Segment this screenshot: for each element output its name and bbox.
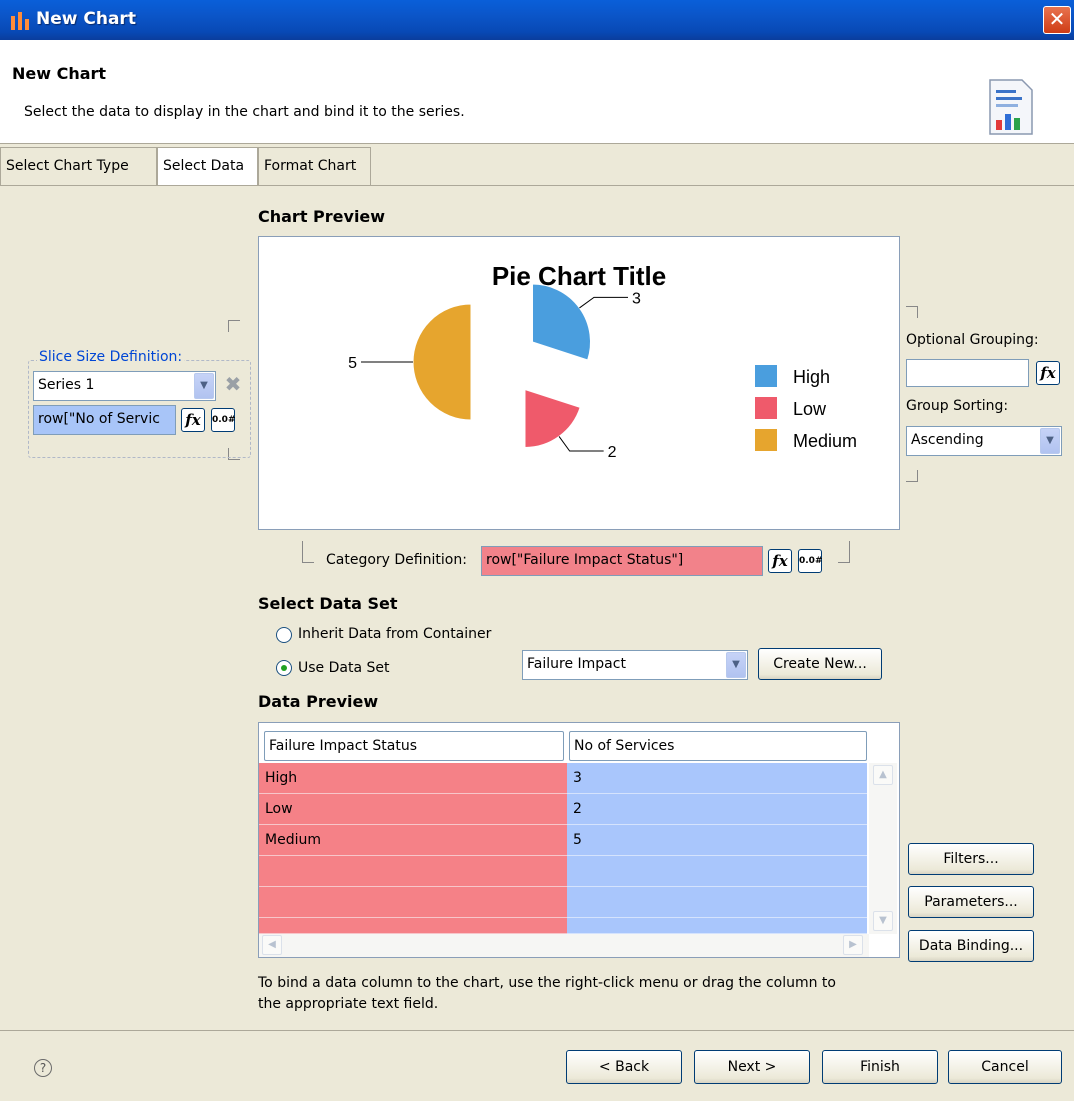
data-label: 3 [632,290,641,307]
filters-button[interactable]: Filters... [908,843,1034,875]
tab-divider [0,185,1074,186]
category-fx-icon[interactable]: fx [768,549,792,573]
pie-slice-low [524,388,581,449]
data-set-select[interactable]: Failure Impact ▼ [522,650,748,680]
chart-app-icon [11,12,29,30]
group-sorting-label: Group Sorting: [906,398,1009,414]
delete-series-icon[interactable]: ✖ [223,374,243,396]
optional-grouping-field[interactable] [906,359,1029,387]
format-number-icon[interactable]: 0.0# [211,408,235,432]
data-label: 2 [608,444,617,461]
legend-swatch [755,365,777,387]
inherit-data-label: Inherit Data from Container [298,626,492,642]
pie-slice-high [532,283,592,361]
scroll-left-icon[interactable]: ◀ [262,935,282,955]
tab-select-chart-type[interactable]: Select Chart Type [0,147,157,185]
series-select[interactable]: Series 1 ▼ [33,371,216,401]
scroll-down-icon[interactable]: ▼ [873,911,893,931]
grouping-bracket-top [906,306,918,318]
table-cell[interactable]: 5 [567,825,867,856]
cancel-button[interactable]: Cancel [948,1050,1062,1084]
help-icon[interactable]: ? [34,1059,52,1077]
back-button[interactable]: < Back [566,1050,682,1084]
column-header-failure-impact-status[interactable]: Failure Impact Status [264,731,564,761]
grouping-fx-icon[interactable]: fx [1036,361,1060,385]
chart-preview-area: Pie Chart Title 3 2 5 High Low Medium [258,236,900,530]
tab-select-data[interactable]: Select Data [157,147,258,186]
window-title: New Chart [36,9,136,29]
leader-line [579,296,628,309]
data-set-select-value: Failure Impact [527,656,626,672]
select-data-set-title: Select Data Set [258,594,398,613]
table-cell[interactable]: 3 [567,763,867,794]
series-select-value: Series 1 [38,377,95,393]
table-cell[interactable] [259,918,567,934]
chevron-down-icon[interactable]: ▼ [726,652,746,678]
legend-label: Medium [793,431,857,451]
parameters-button[interactable]: Parameters... [908,886,1034,918]
slice-size-group: Slice Size Definition: Series 1 ▼ ✖ row[… [28,349,251,458]
table-cell[interactable] [567,856,867,887]
legend-label: Low [793,399,827,419]
data-label: 5 [348,355,357,372]
chevron-down-icon[interactable]: ▼ [1040,428,1060,454]
use-data-set-label: Use Data Set [298,660,390,676]
pie-chart: Pie Chart Title 3 2 5 High Low Medium [348,261,857,461]
use-data-set-radio[interactable] [276,660,292,676]
table-cell[interactable]: High [259,763,567,794]
chart-preview-title: Chart Preview [258,207,386,226]
group-sorting-value: Ascending [911,432,984,448]
page-description: Select the data to display in the chart … [24,104,465,120]
finish-button[interactable]: Finish [822,1050,938,1084]
legend-swatch [755,397,777,419]
table-cell[interactable] [259,856,567,887]
create-new-button[interactable]: Create New... [758,648,882,680]
chart-title: Pie Chart Title [492,261,666,291]
legend-swatch [755,429,777,451]
next-button[interactable]: Next > [694,1050,810,1084]
scroll-up-icon[interactable]: ▲ [873,765,893,785]
fx-builder-icon[interactable]: fx [181,408,205,432]
group-sorting-select[interactable]: Ascending ▼ [906,426,1062,456]
slice-expression-field[interactable]: row["No of Servic [33,405,176,435]
optional-grouping-label: Optional Grouping: [906,332,1039,348]
data-preview-table: Failure Impact Status No of Services Hig… [258,722,900,958]
category-bracket-left [302,541,314,563]
column-header-no-of-services[interactable]: No of Services [569,731,867,761]
tab-format-chart[interactable]: Format Chart [258,147,371,185]
data-binding-button[interactable]: Data Binding... [908,930,1034,962]
inherit-data-radio[interactable] [276,627,292,643]
table-cell[interactable]: Low [259,794,567,825]
horizontal-scrollbar[interactable]: ◀ ▶ [259,934,869,957]
page-title: New Chart [12,64,107,83]
chart-document-icon [989,79,1033,135]
close-icon[interactable]: ✕ [1043,6,1071,34]
slice-size-legend: Slice Size Definition: [37,349,185,365]
slice-bracket-top [228,320,240,332]
pie-slice-medium [412,303,472,421]
category-definition-label: Category Definition: [326,552,467,568]
table-cell[interactable]: 2 [567,794,867,825]
vertical-scrollbar[interactable]: ▲ ▼ [869,763,897,934]
table-cell[interactable]: Medium [259,825,567,856]
footer-divider [0,1030,1074,1031]
binding-hint-line-2: the appropriate text field. [258,996,439,1012]
wizard-header: New Chart Select the data to display in … [0,40,1074,144]
title-bar: New Chart ✕ [0,0,1074,40]
scroll-right-icon[interactable]: ▶ [843,935,863,955]
category-expression-field[interactable]: row["Failure Impact Status"] [481,546,763,576]
category-format-icon[interactable]: 0.0# [798,549,822,573]
chevron-down-icon[interactable]: ▼ [194,373,214,399]
binding-hint-line-1: To bind a data column to the chart, use … [258,975,836,991]
table-cell[interactable] [567,887,867,918]
data-preview-title: Data Preview [258,692,379,711]
grouping-bracket-bottom [906,470,918,482]
table-cell[interactable] [259,887,567,918]
category-bracket-right [838,541,850,563]
table-cell[interactable] [567,918,867,934]
legend-label: High [793,367,830,387]
leader-line [558,436,604,452]
new-chart-dialog: New Chart ✕ New Chart Select the data to… [0,0,1074,1101]
